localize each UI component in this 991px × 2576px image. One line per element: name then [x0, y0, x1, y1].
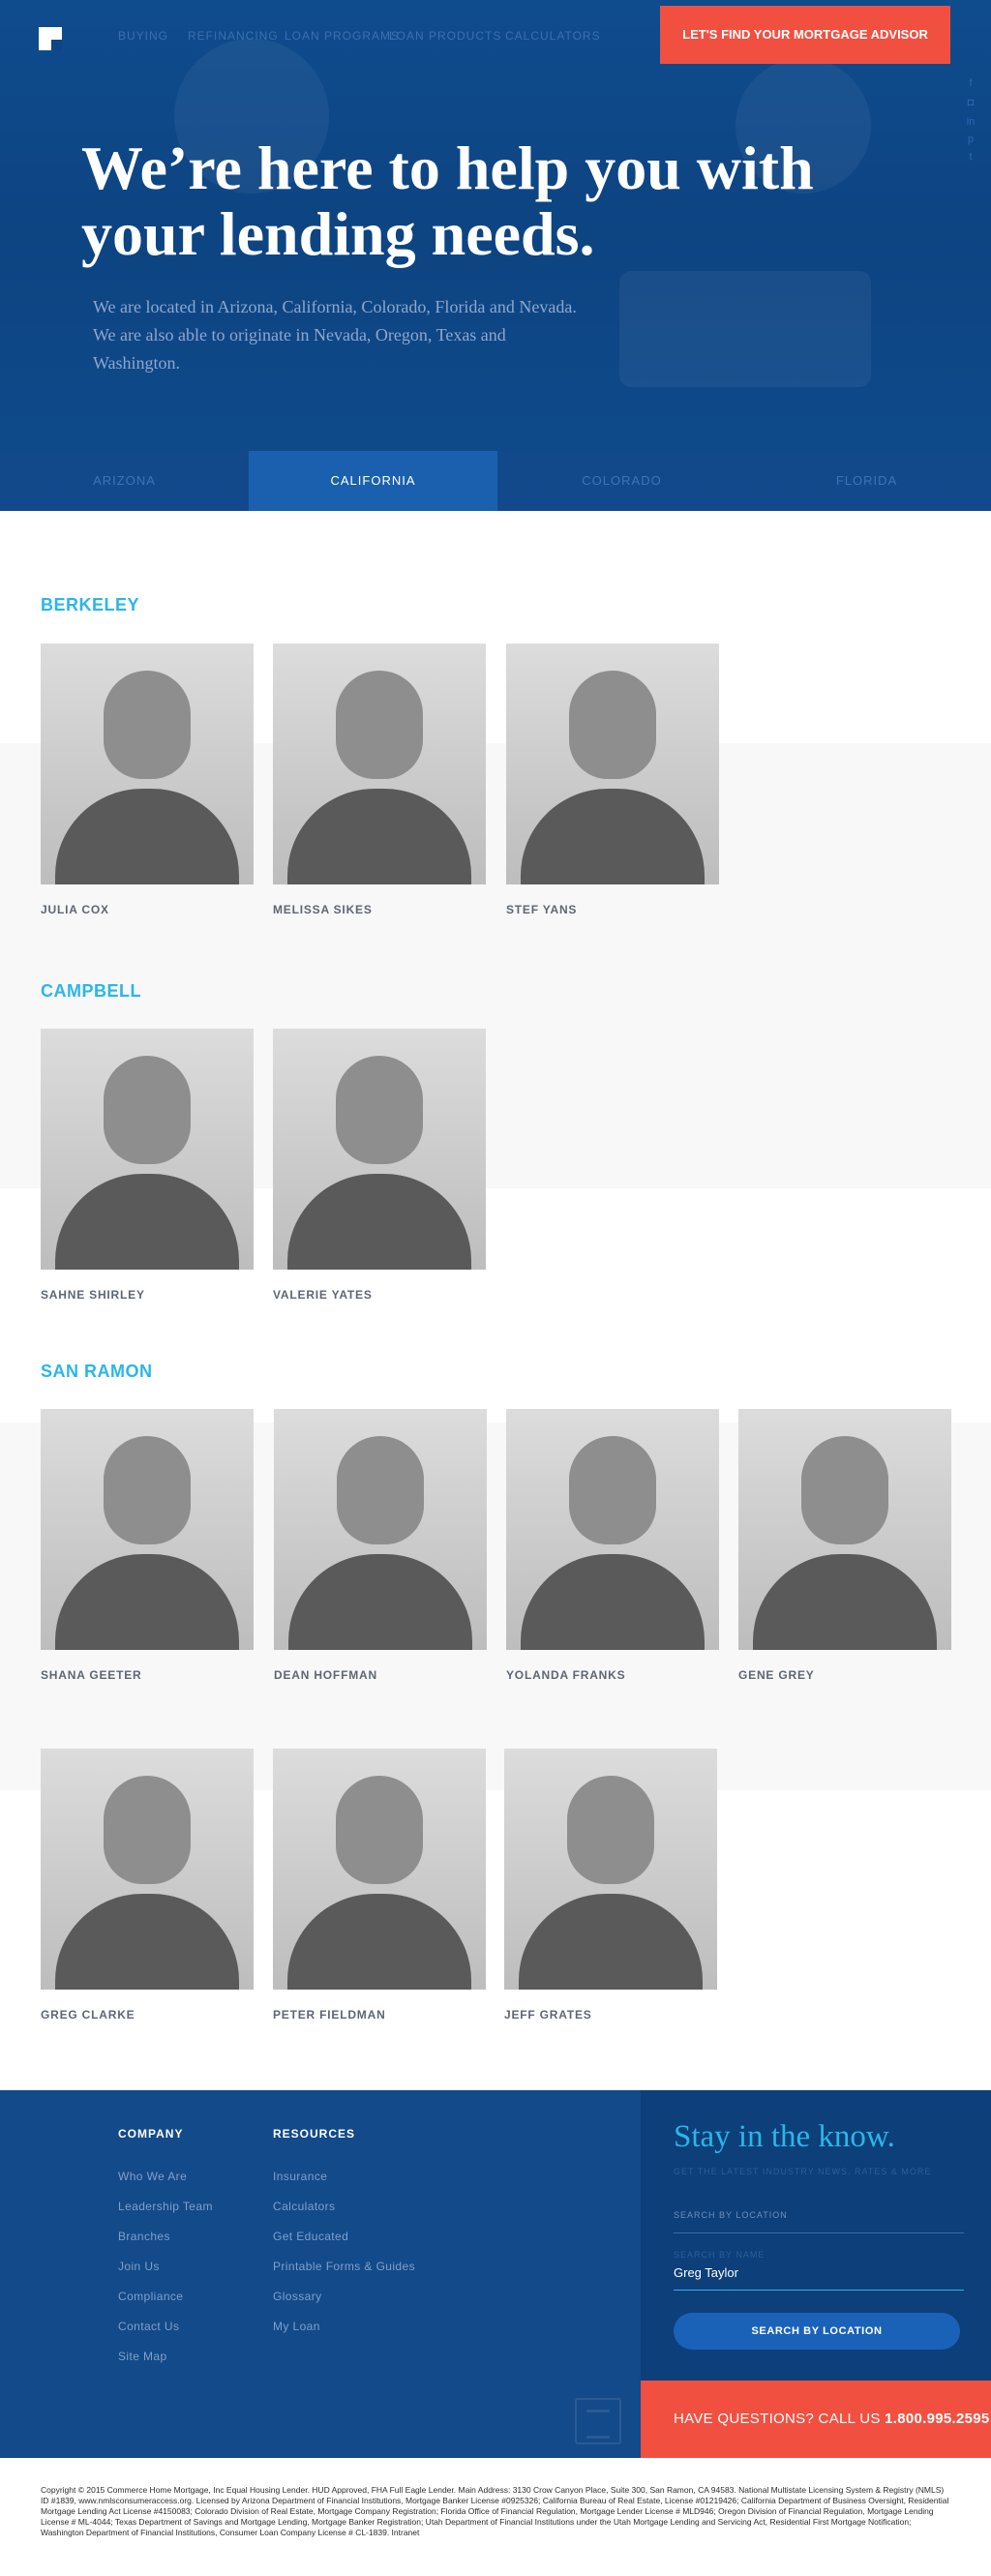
team-card[interactable]: JEFF GRATES	[504, 1749, 717, 2022]
profile-photo	[506, 644, 719, 884]
location-search-field[interactable]: SEARCH BY LOCATION	[674, 2210, 964, 2233]
profile-photo	[41, 644, 254, 884]
profile-photo	[41, 1749, 254, 1990]
team-card[interactable]: GREG CLARKE	[41, 1749, 254, 2022]
footer-link[interactable]: Glossary	[273, 2290, 322, 2303]
footer-link[interactable]: Get Educated	[273, 2230, 348, 2243]
newsletter-title: Stay in the know.	[674, 2119, 895, 2154]
search-by-location-button[interactable]: SEARCH BY LOCATION	[674, 2313, 960, 2350]
profile-photo	[738, 1409, 951, 1650]
profile-photo	[273, 644, 486, 884]
footer: COMPANY Who We Are Leadership Team Branc…	[0, 2090, 991, 2458]
nav-item-refinancing[interactable]: Refinancing	[188, 29, 279, 43]
name-search-value[interactable]: Greg Taylor	[674, 2265, 964, 2280]
footer-link[interactable]: My Loan	[273, 2320, 320, 2333]
nav-item-loan-products[interactable]: Loan Products	[389, 29, 501, 43]
phone-prefix: HAVE QUESTIONS? CALL US	[674, 2411, 881, 2427]
footer-resources-title: RESOURCES	[273, 2127, 356, 2141]
newsletter-tagline: GET THE LATEST INDUSTRY NEWS, RATES & MO…	[674, 2167, 932, 2176]
team-member-name: PETER FIELDMAN	[273, 2008, 386, 2022]
team-member-name: SAHNE SHIRLEY	[41, 1288, 145, 1302]
team-member-name: JEFF GRATES	[504, 2008, 592, 2022]
footer-link[interactable]: Compliance	[118, 2290, 183, 2303]
team-member-name: GENE GREY	[738, 1668, 815, 1682]
city-heading-san-ramon: SAN RAMON	[41, 1362, 153, 1381]
hero-title: We’re here to help you with your lending…	[81, 134, 814, 268]
location-search-label: SEARCH BY LOCATION	[674, 2210, 788, 2220]
newsletter-panel: Stay in the know. GET THE LATEST INDUSTR…	[641, 2090, 991, 2381]
team-member-name: MELISSA SIKES	[273, 903, 373, 916]
team-member-name: STEF YANS	[506, 903, 578, 916]
tab-colorado[interactable]: COLORADO	[497, 451, 746, 511]
profile-photo	[274, 1409, 487, 1650]
footer-link[interactable]: Join Us	[118, 2260, 160, 2273]
linkedin-icon[interactable]: in	[965, 116, 976, 128]
team-member-name: JULIA COX	[41, 903, 109, 916]
profile-photo	[273, 1029, 486, 1270]
footer-link[interactable]: Branches	[118, 2230, 170, 2243]
tab-arizona[interactable]: ARIZONA	[0, 451, 249, 511]
footer-link[interactable]: Site Map	[118, 2350, 167, 2363]
tab-california[interactable]: CALIFORNIA	[249, 451, 497, 511]
team-member-name: SHANA GEETER	[41, 1668, 142, 1682]
top-nav: Buying Refinancing Loan Programs Loan Pr…	[0, 0, 991, 68]
city-heading-campbell: CAMPBELL	[41, 981, 141, 1001]
equal-housing-icon	[575, 2398, 621, 2444]
hero-subtitle: We are located in Arizona, California, C…	[93, 297, 577, 373]
profile-photo	[506, 1409, 719, 1650]
name-search-field[interactable]: SEARCH BY NAME Greg Taylor	[674, 2250, 964, 2291]
facebook-icon[interactable]: f	[965, 77, 976, 89]
team-card[interactable]: PETER FIELDMAN	[273, 1749, 486, 2022]
team-card[interactable]: SAHNE SHIRLEY	[41, 1029, 254, 1302]
profile-photo	[41, 1029, 254, 1270]
phone-cta[interactable]: HAVE QUESTIONS? CALL US 1.800.995.2595	[641, 2381, 991, 2458]
profile-photo	[41, 1409, 254, 1650]
team-member-name: VALERIE YATES	[273, 1288, 373, 1302]
team-card[interactable]: YOLANDA FRANKS	[506, 1409, 719, 1682]
nav-item-calculators[interactable]: Calculators	[505, 29, 601, 43]
team-card[interactable]: VALERIE YATES	[273, 1029, 486, 1302]
footer-link[interactable]: Leadership Team	[118, 2200, 213, 2213]
tab-florida[interactable]: FLORIDA	[742, 451, 991, 511]
team-card[interactable]: JULIA COX	[41, 644, 254, 916]
instagram-icon[interactable]: ◘	[965, 97, 976, 108]
team-member-name: YOLANDA FRANKS	[506, 1668, 626, 1682]
team-card[interactable]: DEAN HOFFMAN	[274, 1409, 487, 1682]
nav-item-loan-programs[interactable]: Loan Programs	[285, 29, 400, 43]
team-card[interactable]: MELISSA SIKES	[273, 644, 486, 916]
pinterest-icon[interactable]: p	[965, 134, 976, 145]
team-card[interactable]: GENE GREY	[738, 1409, 951, 1682]
logo[interactable]	[39, 27, 62, 50]
hero-bg-shape	[619, 271, 871, 387]
footer-link[interactable]: Calculators	[273, 2200, 335, 2213]
team-card[interactable]: STEF YANS	[506, 644, 719, 916]
footer-company-title: COMPANY	[118, 2127, 184, 2141]
footer-link[interactable]: Printable Forms & Guides	[273, 2260, 415, 2273]
profile-photo	[504, 1749, 717, 1990]
footer-link[interactable]: Contact Us	[118, 2320, 179, 2333]
team-member-name: DEAN HOFFMAN	[274, 1668, 377, 1682]
footer-link[interactable]: Who We Are	[118, 2170, 187, 2183]
name-search-label: SEARCH BY NAME	[674, 2250, 766, 2260]
hero-section: Buying Refinancing Loan Programs Loan Pr…	[0, 0, 991, 511]
phone-number[interactable]: 1.800.995.2595	[885, 2411, 989, 2427]
team-member-name: GREG CLARKE	[41, 2008, 135, 2022]
team-card[interactable]: SHANA GEETER	[41, 1409, 254, 1682]
city-heading-berkeley: BERKELEY	[41, 595, 140, 614]
nav-item-buying[interactable]: Buying	[118, 29, 168, 43]
find-advisor-button[interactable]: LET'S FIND YOUR MORTGAGE ADVISOR	[660, 6, 950, 64]
twitter-icon[interactable]: t	[965, 151, 976, 163]
profile-photo	[273, 1749, 486, 1990]
footer-link[interactable]: Insurance	[273, 2170, 327, 2183]
legal-text: Copyright © 2015 Commerce Home Mortgage,…	[41, 2485, 949, 2537]
state-tabs: ARIZONA CALIFORNIA COLORADO FLORIDA	[0, 451, 991, 511]
